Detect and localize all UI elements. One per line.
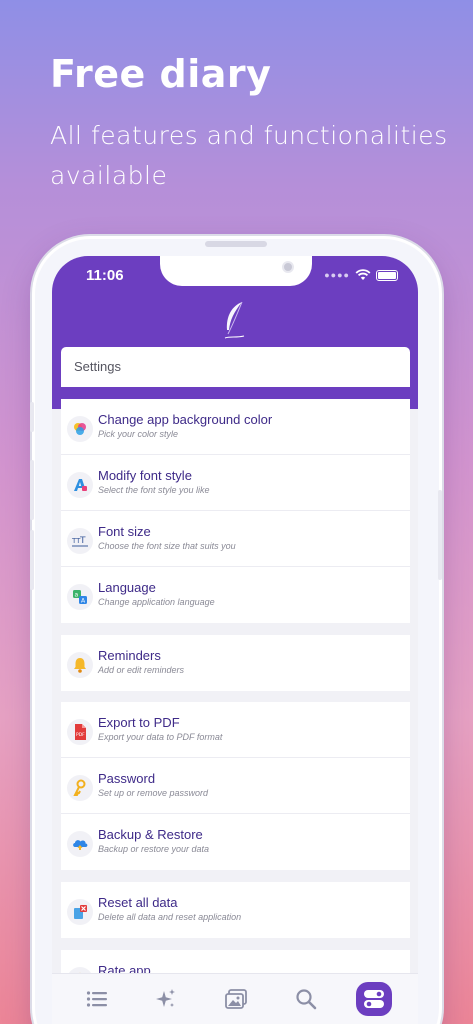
setting-subtitle: Backup or restore your data <box>98 844 210 854</box>
nav-settings[interactable] <box>356 982 393 1016</box>
setting-label: Export to PDF <box>98 715 180 730</box>
setting-row-language[interactable]: a A Language Change application language <box>61 567 410 623</box>
settings-group-data: PDF Export to PDF Export your data to PD… <box>61 702 410 870</box>
setting-subtitle: Export your data to PDF format <box>98 732 223 742</box>
setting-label: Backup & Restore <box>98 827 203 842</box>
settings-group-appearance: Change app background color Pick your co… <box>61 399 410 623</box>
status-time: 11:06 <box>86 267 124 284</box>
bell-icon <box>67 652 93 678</box>
phone-volume-up-button <box>30 460 34 520</box>
svg-text:a: a <box>75 592 79 599</box>
sparkles-icon <box>156 989 176 1007</box>
nav-gallery[interactable] <box>217 981 255 1017</box>
app-screen: 11:06 ●●●● Settings Change app backgroun… <box>52 256 418 1024</box>
setting-row-font-size[interactable]: TT T Font size Choose the font size that… <box>61 511 410 567</box>
pdf-file-icon: PDF <box>67 719 93 745</box>
setting-subtitle: Set up or remove password <box>98 788 209 798</box>
setting-label: Language <box>98 580 156 595</box>
phone-power-button <box>438 490 442 580</box>
settings-title: Settings <box>61 347 410 387</box>
setting-subtitle: Add or edit reminders <box>98 665 185 675</box>
promo-subtitle: All features and functionalities availab… <box>50 121 448 190</box>
setting-label: Change app background color <box>98 412 273 427</box>
settings-group-reminders: Reminders Add or edit reminders <box>61 635 410 691</box>
setting-row-background-color[interactable]: Change app background color Pick your co… <box>61 399 410 455</box>
bottom-navigation <box>52 973 418 1024</box>
setting-row-backup-restore[interactable]: Backup & Restore Backup or restore your … <box>61 814 410 870</box>
setting-row-reminders[interactable]: Reminders Add or edit reminders <box>61 635 410 691</box>
font-size-icon: TT T <box>67 528 93 554</box>
cloud-backup-icon <box>67 831 93 857</box>
setting-label: Password <box>98 771 156 786</box>
wifi-icon <box>355 269 371 280</box>
phone-speaker <box>205 241 267 247</box>
gallery-icon <box>225 989 247 1009</box>
status-icons: ●●●● <box>324 269 398 281</box>
phone-volume-down-button <box>30 530 34 590</box>
front-camera <box>282 261 294 273</box>
settings-group-reset: Reset all data Delete all data and reset… <box>61 882 410 938</box>
list-icon <box>86 991 107 1007</box>
setting-row-font-style[interactable]: Modify font style Select the font style … <box>61 455 410 511</box>
battery-icon <box>376 269 398 281</box>
settings-toggle-icon <box>364 990 385 1008</box>
promo-title: Free diary <box>50 52 272 96</box>
nav-list[interactable] <box>78 981 116 1017</box>
phone-mute-button <box>30 402 34 432</box>
nav-search[interactable] <box>287 981 325 1017</box>
setting-row-export-pdf[interactable]: PDF Export to PDF Export your data to PD… <box>61 702 410 758</box>
search-icon <box>295 989 316 1010</box>
setting-subtitle: Change application language <box>98 597 215 607</box>
setting-label: Modify font style <box>98 468 192 483</box>
setting-subtitle: Select the font style you like <box>98 485 210 495</box>
svg-text:T: T <box>79 536 86 546</box>
setting-subtitle: Choose the font size that suits you <box>98 541 236 551</box>
setting-row-password[interactable]: Password Set up or remove password <box>61 758 410 814</box>
setting-label: Font size <box>98 524 151 539</box>
setting-row-reset-data[interactable]: Reset all data Delete all data and reset… <box>61 882 410 938</box>
setting-subtitle: Pick your color style <box>98 429 179 439</box>
svg-text:PDF: PDF <box>76 732 85 738</box>
language-icon: a A <box>67 584 93 610</box>
color-palette-icon <box>67 416 93 442</box>
phone-notch <box>160 256 312 286</box>
nav-sparkles[interactable] <box>147 981 185 1017</box>
setting-label: Reset all data <box>98 895 178 910</box>
reset-data-icon <box>67 899 93 925</box>
setting-subtitle: Delete all data and reset application <box>98 912 242 922</box>
feather-quill-icon <box>224 301 245 339</box>
font-style-icon <box>67 472 93 498</box>
cellular-signal-icon: ●●●● <box>324 270 350 280</box>
setting-label: Reminders <box>98 648 161 663</box>
key-icon <box>67 775 93 801</box>
